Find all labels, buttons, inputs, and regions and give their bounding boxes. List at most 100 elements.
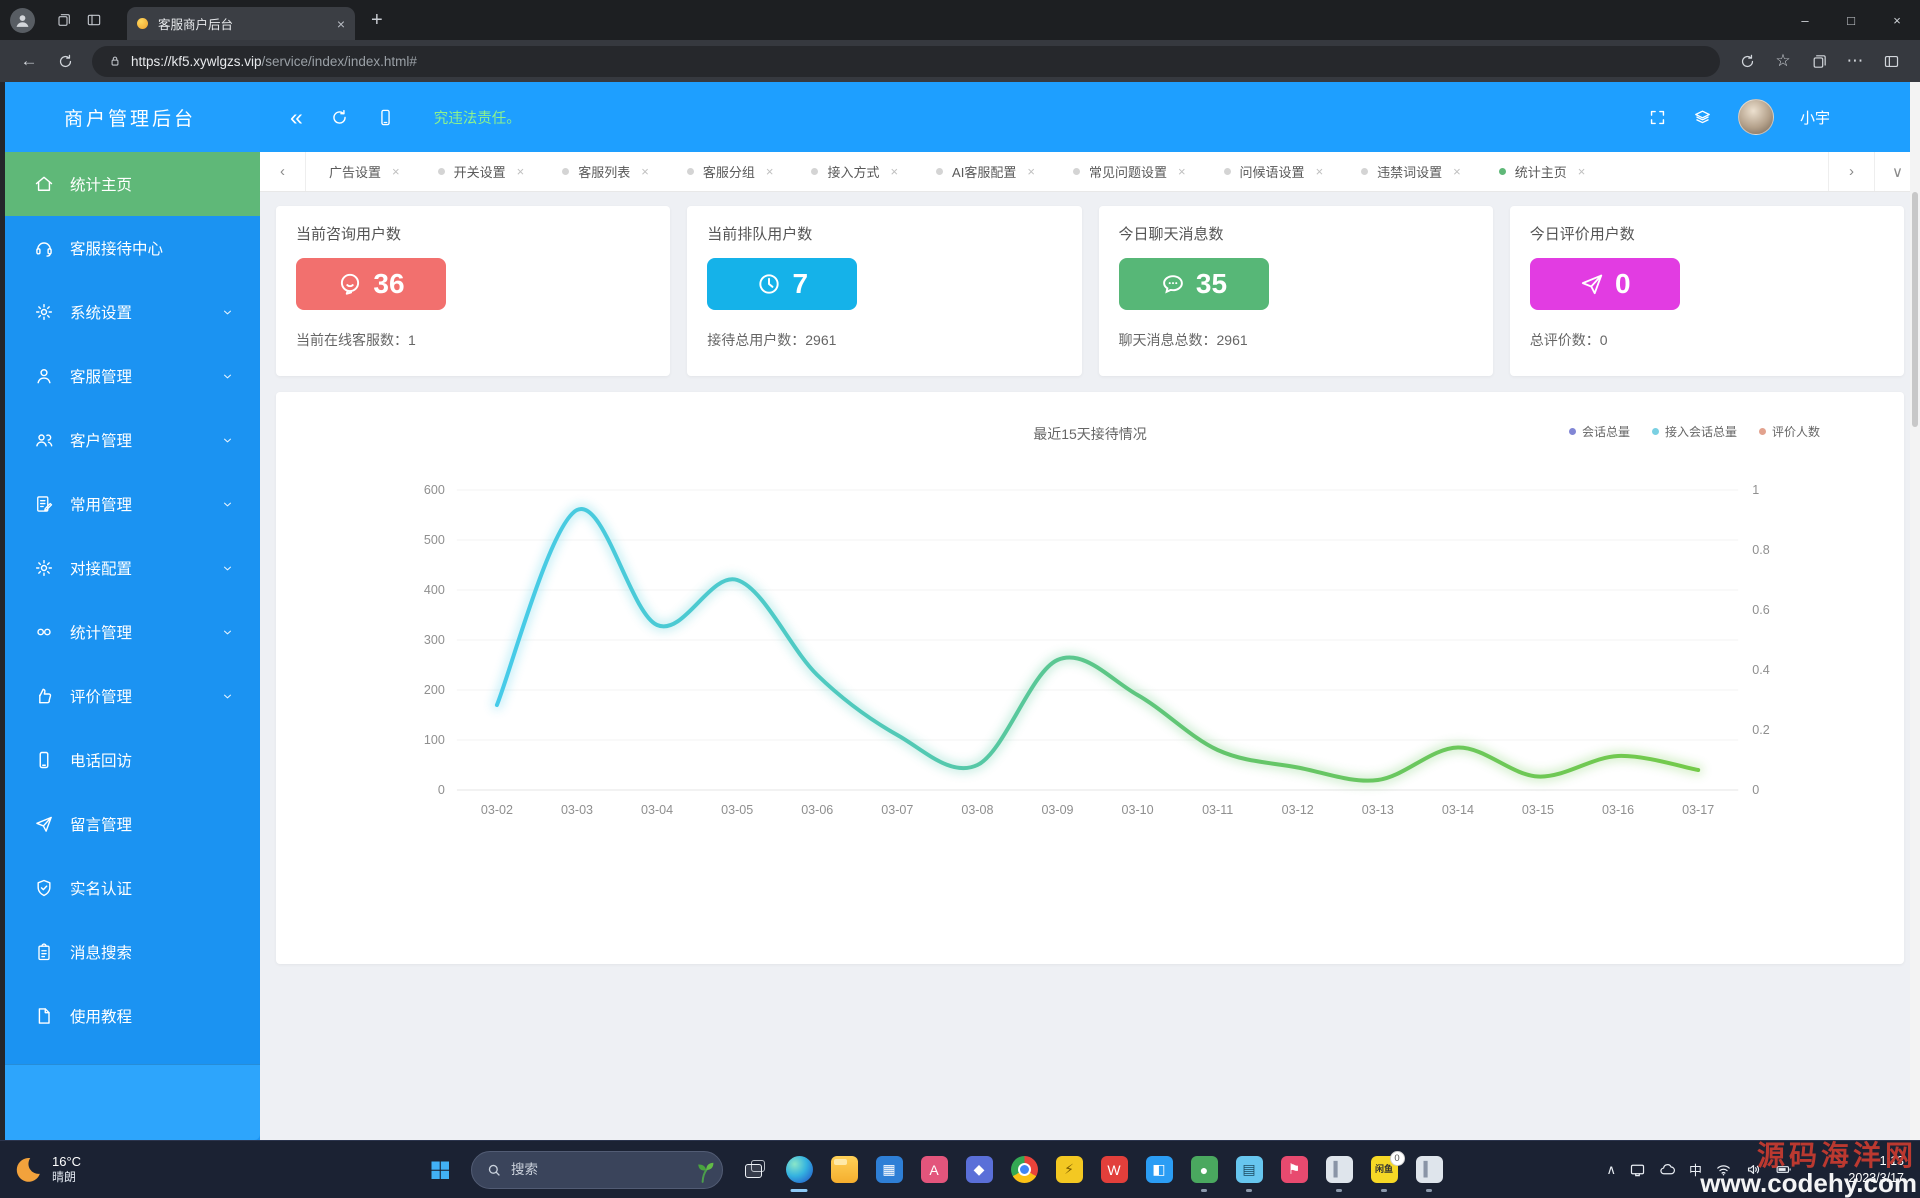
- app-bolt-icon[interactable]: ⚡: [1055, 1156, 1083, 1183]
- tab-close-icon[interactable]: ×: [890, 164, 898, 179]
- tab-close-icon[interactable]: ×: [517, 164, 525, 179]
- tabs-scroll-left-icon[interactable]: ‹: [260, 152, 306, 191]
- scrollbar-thumb[interactable]: [1912, 192, 1918, 427]
- app-cam-icon[interactable]: ●: [1190, 1156, 1218, 1183]
- tab-stats-home[interactable]: 统计主页 ×: [1480, 152, 1605, 191]
- collapse-sidebar-icon[interactable]: «: [290, 105, 303, 129]
- sidebar-item-phone-callback[interactable]: 电话回访: [0, 728, 260, 792]
- explorer-icon[interactable]: [830, 1156, 858, 1183]
- sidebar-item-integration-config[interactable]: 对接配置: [0, 536, 260, 600]
- app-bar2-icon[interactable]: ▍: [1415, 1156, 1443, 1183]
- tab-faq-settings[interactable]: 常见问题设置 ×: [1054, 152, 1205, 191]
- back-button[interactable]: ←: [12, 45, 46, 77]
- stat-card-subtitle: 当前在线客服数：1: [296, 332, 416, 348]
- close-tab-icon[interactable]: ×: [337, 16, 345, 32]
- app-a-icon[interactable]: A: [920, 1156, 948, 1183]
- tab-close-icon[interactable]: ×: [641, 164, 649, 179]
- edge-icon[interactable]: [785, 1156, 813, 1183]
- sidebar-item-common-manage[interactable]: 常用管理: [0, 472, 260, 536]
- tab-greeting-settings[interactable]: 问候语设置 ×: [1205, 152, 1343, 191]
- maximize-button[interactable]: □: [1828, 0, 1874, 40]
- tab-service-list[interactable]: 客服列表 ×: [543, 152, 668, 191]
- weather-widget[interactable]: 16°C 晴朗: [0, 1154, 81, 1185]
- onedrive-icon[interactable]: [1659, 1161, 1676, 1178]
- app-bar-icon[interactable]: ▍: [1325, 1156, 1353, 1183]
- sidebar-item-stats-home[interactable]: 统计主页: [0, 152, 260, 216]
- sidebar-item-customer-manage[interactable]: 客户管理: [0, 408, 260, 472]
- taskbar-search[interactable]: [471, 1150, 723, 1189]
- search-input[interactable]: [511, 1162, 661, 1177]
- tabs-scroll-right-icon[interactable]: ›: [1828, 152, 1874, 191]
- xianyu-icon[interactable]: 闲鱼 0: [1370, 1151, 1405, 1183]
- sidebar-item-tutorial[interactable]: 使用教程: [0, 984, 260, 1048]
- refresh-page-icon[interactable]: [330, 108, 349, 127]
- device-icon[interactable]: [1629, 1161, 1646, 1178]
- sidebar-item-stats-manage[interactable]: 统计管理: [0, 600, 260, 664]
- legend-item[interactable]: 接入会话总量: [1651, 423, 1737, 440]
- tab-close-icon[interactable]: ×: [1178, 164, 1186, 179]
- site-favicon: [137, 18, 148, 29]
- chrome-icon[interactable]: [1010, 1156, 1038, 1183]
- app-hex-icon[interactable]: ◆: [965, 1156, 993, 1183]
- tab-close-icon[interactable]: ×: [766, 164, 774, 179]
- volume-icon[interactable]: [1745, 1161, 1762, 1178]
- stat-card-icon: [1579, 271, 1605, 297]
- tab-close-icon[interactable]: ×: [1578, 164, 1586, 179]
- new-tab-button[interactable]: +: [371, 9, 383, 32]
- taskview-icon[interactable]: [741, 1156, 768, 1183]
- sync-icon[interactable]: [1730, 45, 1764, 77]
- sidebar-item-realname-auth[interactable]: 实名认证: [0, 856, 260, 920]
- username[interactable]: 小宇: [1800, 107, 1830, 128]
- sidebar-item-review-manage[interactable]: 评价管理: [0, 664, 260, 728]
- start-button[interactable]: [420, 1150, 460, 1190]
- legend-item[interactable]: 会话总量: [1568, 423, 1630, 440]
- tab-banned-words[interactable]: 违禁词设置 ×: [1342, 152, 1480, 191]
- user-avatar[interactable]: [1737, 99, 1774, 135]
- close-window-button[interactable]: ×: [1874, 0, 1920, 40]
- tab-close-icon[interactable]: ×: [1316, 164, 1324, 179]
- sidebar-item-service-manage[interactable]: 客服管理: [0, 344, 260, 408]
- collections-icon[interactable]: [1802, 45, 1836, 77]
- tab-service-groups[interactable]: 客服分组 ×: [668, 152, 793, 191]
- vscode-icon[interactable]: ◧: [1145, 1156, 1173, 1183]
- theme-layers-icon[interactable]: [1693, 108, 1712, 127]
- browser-tab[interactable]: 客服商户后台 ×: [127, 7, 355, 40]
- sidebar-item-system-settings[interactable]: 系统设置: [0, 280, 260, 344]
- flag-icon[interactable]: ⚑: [1280, 1156, 1308, 1183]
- tab-access-methods[interactable]: 接入方式 ×: [792, 152, 917, 191]
- browser-profile-avatar[interactable]: [10, 7, 35, 33]
- favorites-star-icon[interactable]: ☆: [1766, 45, 1800, 77]
- url-bar[interactable]: https://kf5.xywlgzs.vip/service/index/in…: [92, 45, 1720, 77]
- page-scrollbar[interactable]: [1910, 82, 1920, 1140]
- tab-status-dot: [1498, 168, 1506, 175]
- sidebar-panel-icon[interactable]: [1874, 45, 1908, 77]
- legend-item[interactable]: 评价人数: [1758, 423, 1820, 440]
- tab-switch-settings[interactable]: 开关设置 ×: [419, 152, 544, 191]
- mobile-view-icon[interactable]: [376, 108, 395, 127]
- stat-card-value: 0: [1614, 268, 1631, 299]
- tab-ai-service-config[interactable]: AI客服配置 ×: [917, 152, 1054, 191]
- tab-status-dot: [811, 168, 819, 175]
- hidden-icons-chevron[interactable]: ∧: [1606, 1162, 1616, 1178]
- tab-ad-settings[interactable]: 广告设置 ×: [310, 152, 419, 191]
- taskbar-clock[interactable]: 1:13 2023/3/17: [1848, 1153, 1904, 1187]
- workspaces-icon[interactable]: [49, 6, 79, 34]
- tab-close-icon[interactable]: ×: [1027, 164, 1035, 179]
- vertical-tabs-icon[interactable]: [79, 6, 109, 34]
- battery-icon[interactable]: [1775, 1161, 1792, 1178]
- reload-button[interactable]: [48, 45, 82, 77]
- store-icon[interactable]: ▦: [875, 1156, 903, 1183]
- sidebar-item-service-center[interactable]: 客服接待中心: [0, 216, 260, 280]
- fullscreen-icon[interactable]: [1648, 108, 1667, 127]
- tab-close-icon[interactable]: ×: [392, 164, 400, 179]
- wifi-icon[interactable]: [1715, 1161, 1732, 1178]
- notepad-icon[interactable]: ▤: [1235, 1156, 1263, 1183]
- ime-indicator[interactable]: 中: [1689, 1160, 1702, 1179]
- minimize-button[interactable]: –: [1782, 0, 1828, 40]
- wps-icon[interactable]: W: [1100, 1156, 1128, 1183]
- more-menu-icon[interactable]: ⋯: [1838, 45, 1872, 77]
- svg-text:03-15: 03-15: [1522, 803, 1554, 817]
- sidebar-item-message-manage[interactable]: 留言管理: [0, 792, 260, 856]
- tab-close-icon[interactable]: ×: [1453, 164, 1461, 179]
- sidebar-item-message-search[interactable]: 消息搜索: [0, 920, 260, 984]
